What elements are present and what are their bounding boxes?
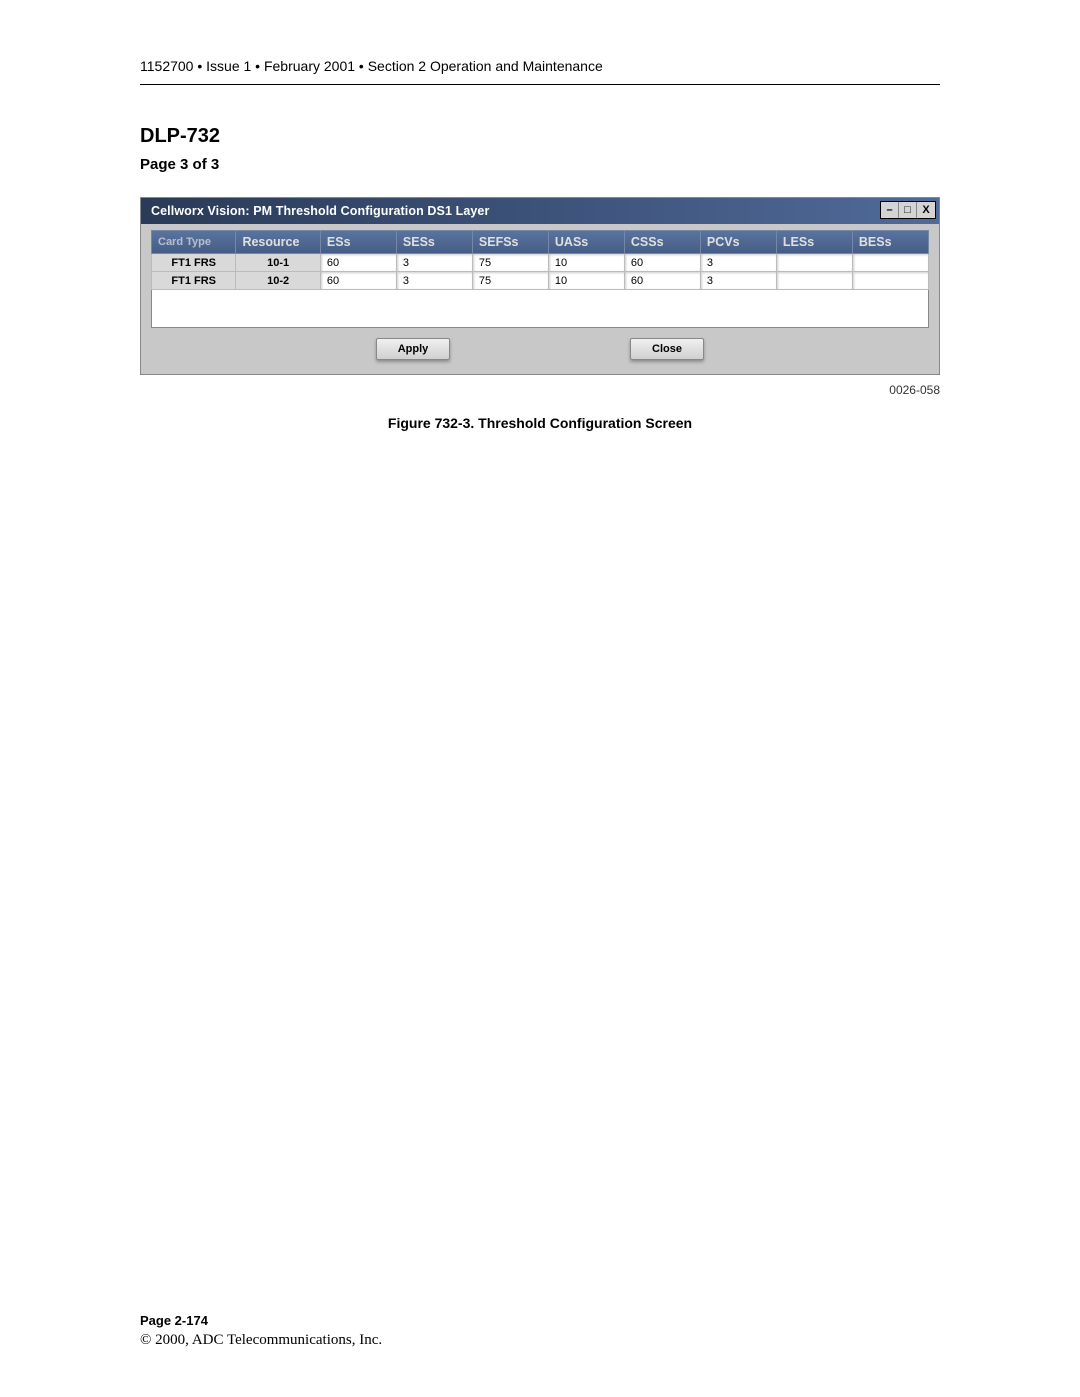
cell-less[interactable] (776, 254, 852, 272)
cell-less[interactable] (776, 272, 852, 290)
cell-uass[interactable]: 10 (548, 254, 624, 272)
window-body: Card Type Resource ESs SESs SEFSs UASs C… (141, 224, 939, 374)
page-footer: Page 2-174 © 2000, ADC Telecommunication… (140, 1313, 382, 1349)
cell-uass[interactable]: 10 (548, 272, 624, 290)
col-pcvs: PCVs (700, 231, 776, 254)
button-row: Apply Close (151, 328, 929, 360)
cell-pcvs[interactable]: 3 (700, 272, 776, 290)
cell-sefss[interactable]: 75 (472, 272, 548, 290)
cell-card-type: FT1 FRS (152, 272, 236, 290)
page-header: 1152700 • Issue 1 • February 2001 • Sect… (140, 0, 940, 85)
close-button[interactable]: Close (630, 338, 704, 360)
close-window-button[interactable]: X (917, 202, 935, 218)
cell-card-type: FT1 FRS (152, 254, 236, 272)
cell-bess[interactable] (852, 254, 928, 272)
copyright-text: © 2000, ADC Telecommunications, Inc. (140, 1332, 382, 1349)
figure-caption: Figure 732-3. Threshold Configuration Sc… (0, 415, 1080, 431)
cell-sess[interactable]: 3 (396, 254, 472, 272)
col-resource: Resource (236, 231, 320, 254)
table-header-row: Card Type Resource ESs SESs SEFSs UASs C… (152, 231, 929, 254)
figure-reference: 0026-058 (0, 375, 1080, 397)
window-controls: – □ X (880, 201, 936, 219)
col-less: LESs (776, 231, 852, 254)
table-empty-area (151, 290, 929, 328)
window-title: Cellworx Vision: PM Threshold Configurat… (151, 204, 489, 218)
col-uass: UASs (548, 231, 624, 254)
cell-ess[interactable]: 60 (320, 272, 396, 290)
cell-csss[interactable]: 60 (624, 254, 700, 272)
col-card-type: Card Type (152, 231, 236, 254)
col-bess: BESs (852, 231, 928, 254)
table-row: FT1 FRS 10-2 60 3 75 10 60 3 (152, 272, 929, 290)
table-row: FT1 FRS 10-1 60 3 75 10 60 3 (152, 254, 929, 272)
window-titlebar: Cellworx Vision: PM Threshold Configurat… (141, 198, 939, 224)
apply-button[interactable]: Apply (376, 338, 450, 360)
minimize-button[interactable]: – (881, 202, 899, 218)
cell-csss[interactable]: 60 (624, 272, 700, 290)
document-title: DLP-732 (140, 125, 940, 148)
app-window: Cellworx Vision: PM Threshold Configurat… (140, 197, 940, 375)
header-text: 1152700 • Issue 1 • February 2001 • Sect… (140, 58, 603, 74)
col-ess: ESs (320, 231, 396, 254)
maximize-button[interactable]: □ (899, 202, 917, 218)
cell-sefss[interactable]: 75 (472, 254, 548, 272)
cell-sess[interactable]: 3 (396, 272, 472, 290)
page-number: Page 2-174 (140, 1313, 382, 1328)
col-csss: CSSs (624, 231, 700, 254)
col-sefss: SEFSs (472, 231, 548, 254)
cell-pcvs[interactable]: 3 (700, 254, 776, 272)
cell-resource: 10-1 (236, 254, 320, 272)
threshold-table: Card Type Resource ESs SESs SEFSs UASs C… (151, 230, 929, 290)
cell-bess[interactable] (852, 272, 928, 290)
cell-ess[interactable]: 60 (320, 254, 396, 272)
col-sess: SESs (396, 231, 472, 254)
page-indicator: Page 3 of 3 (140, 156, 940, 173)
cell-resource: 10-2 (236, 272, 320, 290)
